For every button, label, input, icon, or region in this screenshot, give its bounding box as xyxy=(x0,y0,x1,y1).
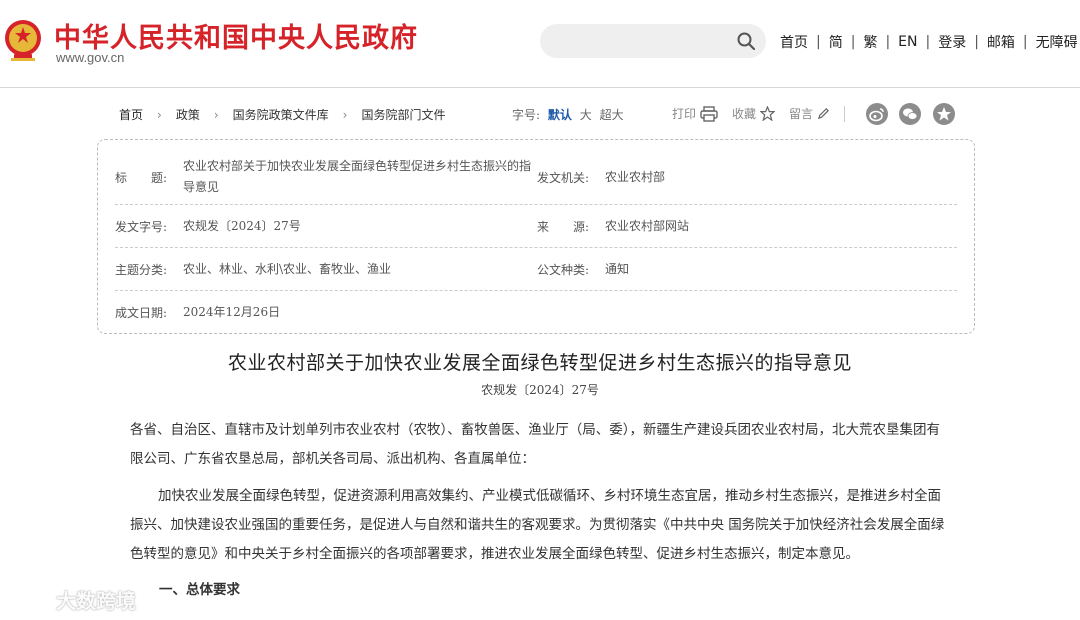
topic-value: 农业、林业、水利\农业、畜牧业、渔业 xyxy=(183,261,392,276)
site-header: 中华人民共和国中央人民政府 www.gov.cn 首页 | 简 | 繁 | EN | 登… xyxy=(0,0,1080,88)
font-size-label: 字号: xyxy=(512,108,541,122)
nav-accessibility[interactable]: 无障碍 xyxy=(1036,32,1078,52)
nav-login[interactable]: 登录 xyxy=(938,32,966,52)
chevron-right-icon: › xyxy=(213,107,219,122)
date-label: 成文日期: xyxy=(115,306,168,320)
article-paragraph: 加快农业发展全面绿色转型，促进资源利用高效集约、产业模式低碳循环、乡村环境生态宜… xyxy=(130,488,945,562)
search-input[interactable] xyxy=(540,24,766,58)
issuer-label: 发文机关: xyxy=(537,170,590,185)
info-cell-source: 来 源: 农业农村部网站 xyxy=(537,205,689,247)
breadcrumb-dept-files[interactable]: 国务院部门文件 xyxy=(361,106,445,123)
nav-separator: | xyxy=(885,34,891,50)
star-icon[interactable] xyxy=(933,103,955,125)
pencil-icon xyxy=(817,108,830,120)
font-size-default[interactable]: 默认 xyxy=(548,108,572,122)
font-size-selector: 字号: 默认 大 超大 xyxy=(512,106,624,123)
search-icon[interactable] xyxy=(736,31,756,51)
site-url: www.gov.cn xyxy=(56,50,125,65)
watermark: 大数跨境 xyxy=(10,585,136,614)
source-label: 来 源: xyxy=(537,219,590,234)
favorite-button[interactable]: 收藏 xyxy=(732,105,776,122)
comment-label: 留言 xyxy=(789,107,814,121)
wechat-icon[interactable] xyxy=(899,103,921,125)
info-cell-date: 成文日期: 2024年12月26日 xyxy=(115,291,280,334)
info-row-title: 标 题: 农业农村部关于加快农业发展全面绿色转型促进乡村生态振兴的指导意见 发文… xyxy=(115,150,957,205)
info-row-date: 成文日期: 2024年12月26日 xyxy=(115,291,957,334)
national-emblem-icon[interactable] xyxy=(2,16,44,64)
type-label: 公文种类: xyxy=(537,262,590,277)
nav-separator: | xyxy=(974,34,979,50)
info-cell-docno: 发文字号: 农规发〔2024〕27号 xyxy=(115,205,301,247)
breadcrumb-home[interactable]: 首页 xyxy=(119,106,143,123)
nav-english[interactable]: EN xyxy=(898,34,917,50)
weibo-glyph xyxy=(869,108,884,122)
docno-label: 发文字号: xyxy=(115,219,168,234)
date-value: 2024年12月26日 xyxy=(183,305,281,319)
chevron-right-icon: › xyxy=(157,107,162,122)
watermark-logo-icon xyxy=(10,590,49,609)
type-value: 通知 xyxy=(605,261,630,276)
print-button[interactable]: 打印 xyxy=(672,105,718,122)
font-size-large[interactable]: 大 xyxy=(580,108,592,122)
star-glyph xyxy=(937,107,951,121)
title-value: 农业农村部关于加快农业发展全面绿色转型促进乡村生态振兴的指导意见 xyxy=(183,159,532,194)
article-tools: 打印 收藏 留言 xyxy=(672,105,851,122)
document-info-box: 标 题: 农业农村部关于加快农业发展全面绿色转型促进乡村生态振兴的指导意见 发文… xyxy=(97,139,975,334)
nav-simplified[interactable]: 简 xyxy=(829,32,843,52)
info-row-topic: 主题分类: 农业、林业、水利\农业、畜牧业、渔业 公文种类: 通知 xyxy=(115,248,957,291)
docno-value: 农规发〔2024〕27号 xyxy=(183,218,301,233)
watermark-text: 大数跨境 xyxy=(56,589,136,613)
tools-divider xyxy=(844,105,846,122)
article-paragraph: 各省、自治区、直辖市及计划单列市农业农村（农牧）、畜牧兽医、渔业厅（局、委），新… xyxy=(130,422,940,467)
breadcrumb: 首页 › 政策 › 国务院政策文件库 › 国务院部门文件 xyxy=(119,106,446,123)
top-nav: 首页 | 简 | 繁 | EN | 登录 | 邮箱 | 无障碍 xyxy=(780,32,1078,52)
info-cell-title: 标 题: 农业农村部关于加快农业发展全面绿色转型促进乡村生态振兴的指导意见 xyxy=(115,150,535,204)
topic-label: 主题分类: xyxy=(115,262,168,277)
info-cell-type: 公文种类: 通知 xyxy=(537,248,629,290)
comment-button[interactable]: 留言 xyxy=(789,105,830,122)
nav-mail[interactable]: 邮箱 xyxy=(987,32,1015,52)
source-value: 农业农村部网站 xyxy=(605,218,690,233)
title-label: 标 题: xyxy=(115,170,168,185)
info-cell-issuer: 发文机关: 农业农村部 xyxy=(537,150,665,204)
nav-traditional[interactable]: 繁 xyxy=(863,32,877,52)
nav-separator: | xyxy=(850,34,856,50)
weibo-icon[interactable] xyxy=(866,103,888,125)
printer-icon xyxy=(700,105,718,122)
favorite-label: 收藏 xyxy=(732,107,757,121)
info-row-docno: 发文字号: 农规发〔2024〕27号 来 源: 农业农村部网站 xyxy=(115,205,957,248)
article-doc-number: 农规发〔2024〕27号 xyxy=(481,383,599,397)
nav-separator: | xyxy=(1022,34,1028,50)
font-size-xlarge[interactable]: 超大 xyxy=(600,108,624,122)
breadcrumb-policy-library[interactable]: 国务院政策文件库 xyxy=(233,106,329,123)
nav-separator: | xyxy=(925,34,931,50)
nav-home[interactable]: 首页 xyxy=(780,32,808,52)
section-heading: 一、总体要求 xyxy=(159,582,240,598)
nav-separator: | xyxy=(816,34,821,50)
issuer-value: 农业农村部 xyxy=(605,169,666,184)
breadcrumb-policy[interactable]: 政策 xyxy=(176,106,200,123)
wechat-glyph xyxy=(903,108,918,120)
article-title: 农业农村部关于加快农业发展全面绿色转型促进乡村生态振兴的指导意见 xyxy=(227,352,852,374)
print-label: 打印 xyxy=(672,107,697,121)
chevron-right-icon: › xyxy=(342,107,348,122)
star-outline-icon xyxy=(760,106,776,121)
info-cell-topic: 主题分类: 农业、林业、水利\农业、畜牧业、渔业 xyxy=(115,248,391,290)
